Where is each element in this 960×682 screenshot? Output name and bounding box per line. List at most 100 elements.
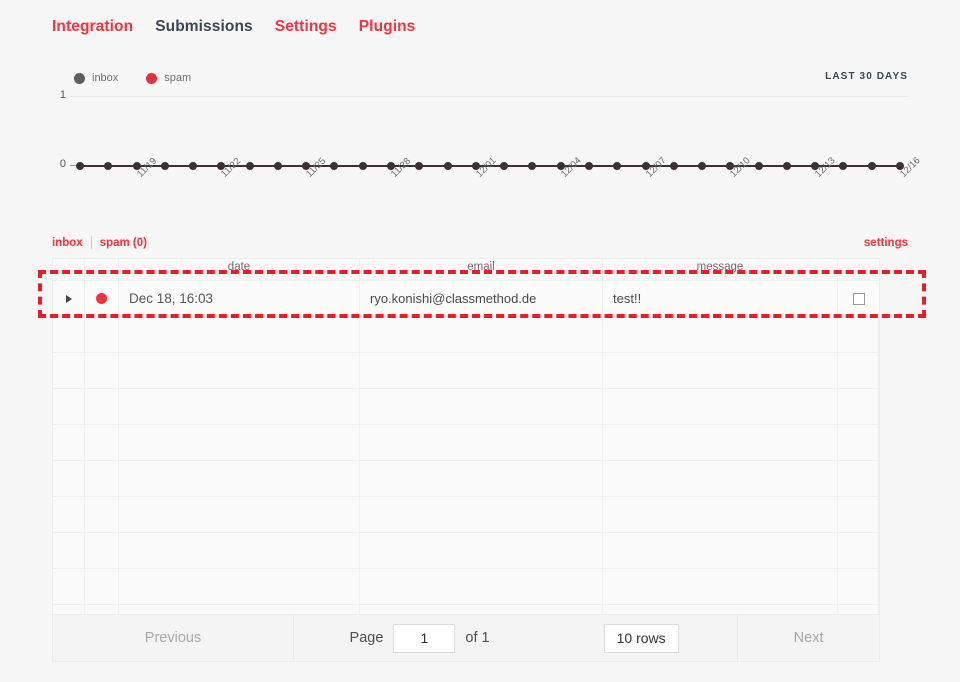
y-axis-tick-label: 1 [59, 89, 66, 101]
empty-cell [838, 425, 879, 460]
chart-data-point[interactable] [358, 162, 367, 170]
table-settings-link[interactable]: settings [864, 237, 908, 249]
table-row[interactable]: Dec 18, 16:03 ryo.konishi@classmethod.de… [53, 281, 879, 317]
empty-cell [360, 317, 603, 352]
chart-data-point[interactable] [698, 162, 707, 170]
page-number-input[interactable] [393, 623, 456, 653]
chart-data-point[interactable] [160, 162, 169, 170]
legend-label-inbox: inbox [92, 72, 119, 84]
empty-cell [85, 425, 119, 460]
chart-data-point[interactable] [500, 162, 509, 170]
chart-data-point[interactable] [867, 162, 876, 170]
nav-item-settings[interactable]: Settings [275, 18, 337, 36]
row-cell-email: ryo.konishi@classmethod.de [360, 281, 603, 316]
chart-data-point[interactable] [839, 162, 848, 170]
empty-cell [119, 317, 360, 352]
y-axis-gridline [70, 96, 908, 97]
nav-item-submissions[interactable]: Submissions [155, 18, 253, 36]
x-axis-tick-label: 12/01 [473, 155, 499, 180]
pagination-bar: Previous Page of 1 10 rows Next [52, 614, 880, 662]
empty-cell [85, 389, 119, 424]
page-label: Page [349, 630, 384, 646]
legend-swatch-inbox [74, 72, 85, 84]
empty-cell [53, 497, 85, 532]
empty-cell [85, 497, 119, 532]
nav-item-plugins[interactable]: Plugins [359, 18, 416, 36]
empty-cell [838, 497, 879, 532]
empty-cell [838, 389, 879, 424]
empty-cell [603, 497, 838, 532]
previous-button[interactable]: Previous [53, 615, 294, 661]
empty-cell [85, 569, 119, 604]
empty-cell [360, 533, 603, 568]
chart-data-point[interactable] [415, 162, 424, 170]
chart-data-point[interactable] [189, 162, 198, 170]
empty-cell [119, 569, 360, 604]
table-empty-row [53, 425, 879, 461]
empty-cell [119, 533, 360, 568]
chevron-right-icon [65, 294, 72, 303]
chart-data-point[interactable] [528, 162, 537, 170]
empty-cell [360, 569, 603, 604]
empty-cell [838, 533, 879, 568]
empty-cell [53, 461, 85, 496]
chart-data-point[interactable] [104, 162, 113, 170]
table-empty-row [53, 461, 879, 497]
chart-data-point[interactable] [669, 162, 678, 170]
submissions-chart: inbox spam LAST 30 DAYS 0 1 11/19 11/22 11/2… [52, 62, 923, 222]
chart-data-point[interactable] [443, 162, 452, 170]
row-expand-toggle[interactable] [53, 281, 85, 316]
rows-per-page-group: 10 rows [545, 615, 737, 661]
chart-data-point[interactable] [273, 162, 282, 170]
row-date-text: Dec 18, 16:03 [129, 291, 214, 306]
x-axis-tick-label: 11/22 [219, 155, 244, 180]
empty-cell [360, 425, 603, 460]
legend-item-spam[interactable]: spam [146, 72, 191, 84]
chart-data-point[interactable] [245, 162, 254, 170]
chart-data-point[interactable] [76, 162, 84, 170]
tab-inbox[interactable]: inbox [52, 237, 83, 249]
table-empty-row [53, 533, 879, 569]
chart-data-point[interactable] [330, 162, 339, 170]
empty-cell [603, 425, 838, 460]
empty-cell [53, 425, 85, 460]
chart-legend: inbox spam [74, 72, 191, 84]
empty-cell [603, 461, 838, 496]
page-number-group: Page of 1 [294, 615, 545, 661]
empty-cell [838, 317, 879, 352]
header-date[interactable]: date [119, 259, 360, 280]
chart-data-point[interactable] [613, 162, 622, 170]
header-email[interactable]: email [360, 259, 603, 280]
header-status [85, 259, 119, 280]
empty-cell [119, 425, 360, 460]
legend-item-inbox[interactable]: inbox [74, 72, 118, 84]
header-message[interactable]: message [603, 259, 838, 280]
empty-cell [85, 353, 119, 388]
rows-per-page-select[interactable]: 10 rows [603, 623, 679, 653]
empty-cell [603, 317, 838, 352]
row-select-cell[interactable] [838, 281, 879, 316]
row-cell-message: test!! [603, 281, 838, 316]
table-empty-row [53, 317, 879, 353]
empty-cell [53, 533, 85, 568]
x-axis-tick-label: 12/07 [643, 155, 669, 180]
legend-swatch-spam [146, 72, 158, 84]
nav-item-integration[interactable]: Integration [52, 18, 133, 36]
chart-data-point[interactable] [782, 162, 791, 170]
next-button[interactable]: Next [737, 615, 880, 661]
empty-cell [360, 461, 603, 496]
table-empty-row [53, 569, 879, 605]
main-nav: Integration Submissions Settings Plugins [52, 18, 415, 36]
empty-cell [838, 461, 879, 496]
table-empty-row [53, 389, 879, 425]
chart-data-point[interactable] [584, 162, 593, 170]
chart-data-point[interactable] [754, 162, 763, 170]
table-empty-rows [53, 317, 879, 641]
empty-cell [119, 353, 360, 388]
row-checkbox[interactable] [852, 292, 865, 305]
empty-cell [85, 533, 119, 568]
submissions-table: date email message Dec 18, 16:03 ryo.kon… [52, 258, 880, 658]
row-message-text: test!! [613, 291, 642, 306]
tab-spam[interactable]: spam (0) [100, 237, 147, 249]
empty-cell [838, 353, 879, 388]
